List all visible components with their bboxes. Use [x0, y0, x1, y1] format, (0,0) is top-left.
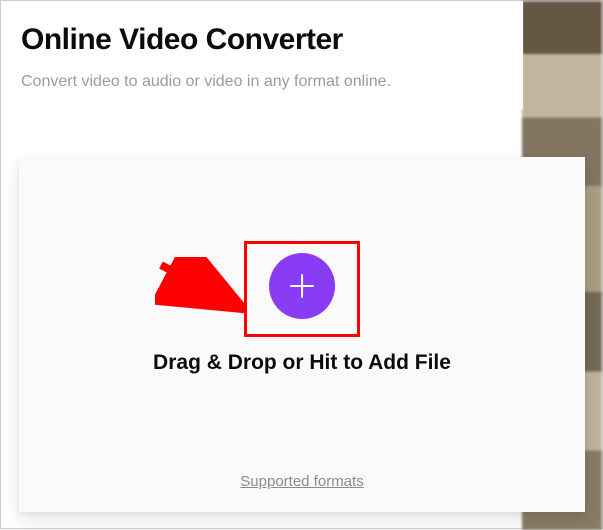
- supported-formats-link[interactable]: Supported formats: [240, 473, 363, 490]
- plus-icon: [287, 271, 317, 301]
- add-file-area: Drag & Drop or Hit to Add File: [153, 253, 451, 375]
- page-subtitle: Convert video to audio or video in any f…: [21, 73, 503, 91]
- page-title: Online Video Converter: [21, 23, 503, 57]
- header: Online Video Converter Convert video to …: [1, 1, 523, 109]
- add-file-button[interactable]: [269, 253, 335, 319]
- drop-cta-text: Drag & Drop or Hit to Add File: [153, 351, 451, 375]
- file-drop-card[interactable]: Drag & Drop or Hit to Add File Supported…: [19, 157, 585, 512]
